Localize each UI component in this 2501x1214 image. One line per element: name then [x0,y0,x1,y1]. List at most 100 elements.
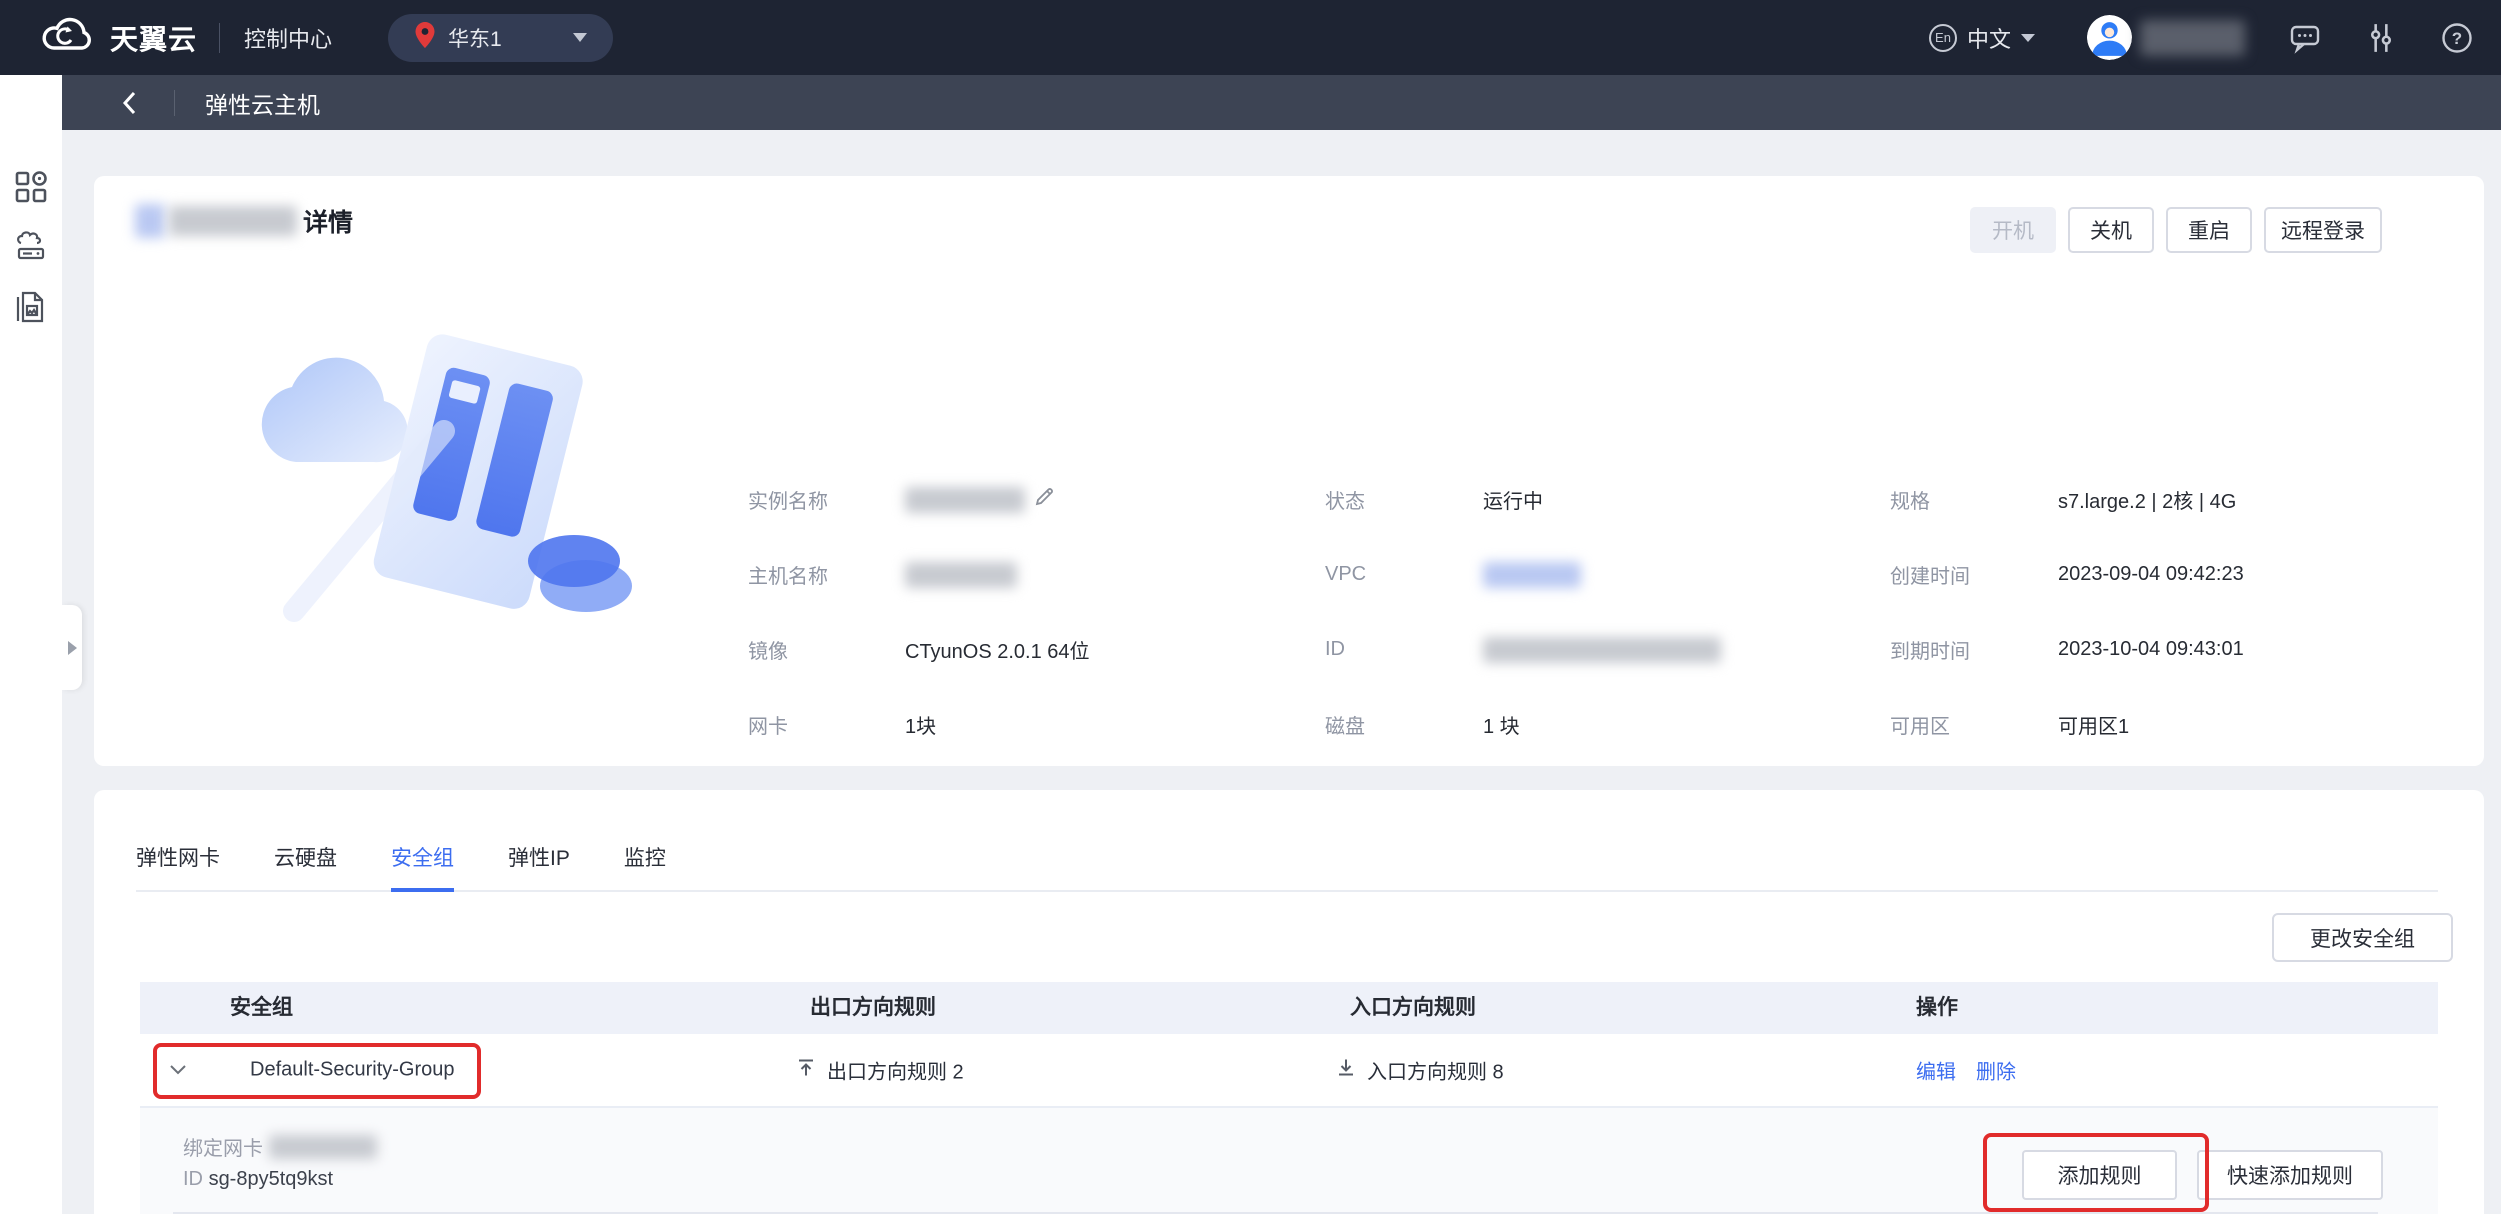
brand-logo[interactable]: 天翼云 [38,15,197,60]
header-divider [174,90,175,116]
col-header-egress-rules: 出口方向规则 [810,982,936,1034]
field-az: 可用区 可用区1 [1890,687,2244,762]
title-redacted-icon [135,204,165,238]
field-flavor: 规格 s7.large.2 | 2核 | 4G [1890,462,2244,537]
add-rule-button[interactable]: 添加规则 [2022,1150,2177,1200]
quick-add-rule-button[interactable]: 快速添加规则 [2197,1150,2383,1200]
delete-rule-link[interactable]: 删除 [1976,1056,2016,1085]
field-created-time: 创建时间 2023-09-04 09:42:23 [1890,537,2244,612]
security-group-table-header: 安全组 出口方向规则 入口方向规则 操作 [140,982,2438,1034]
row-expand-chevron-icon[interactable] [170,1065,186,1075]
sidebar-item-image-doc-icon[interactable] [14,290,46,329]
sidebar-item-ecs-icon[interactable] [14,230,50,267]
field-status: 状态 运行中 [1325,462,1721,537]
ingress-download-icon [1335,1057,1357,1084]
instance-detail-card: 详情 开机 关机 重启 远程登录 [94,176,2484,766]
field-value: 1 块 [1483,710,1520,739]
egress-upload-icon [795,1057,817,1084]
edit-rule-link[interactable]: 编辑 [1916,1056,1956,1085]
chevron-down-icon [573,33,587,42]
sg-id-label: ID [183,1168,203,1190]
instance-actions: 开机 关机 重启 远程登录 [1970,207,2382,253]
security-group-name-link[interactable]: Default-Security-Group [250,1059,455,1082]
field-nic-count: 网卡 1块 [748,687,1090,762]
field-value: 2023-10-04 09:43:01 [2058,638,2244,661]
svg-text:?: ? [2452,29,2462,48]
region-name: 华东1 [448,23,502,53]
col-header-security-group: 安全组 [230,982,293,1034]
restart-button[interactable]: 重启 [2166,207,2252,253]
cloud-server-illustration [234,281,714,686]
power-off-button[interactable]: 关机 [2068,207,2154,253]
field-label: 网卡 [748,710,905,739]
title-redacted-name [169,206,297,236]
remote-login-button[interactable]: 远程登录 [2264,207,2382,253]
field-value: 可用区1 [2058,710,2129,739]
back-button[interactable] [120,90,140,116]
edit-pencil-icon[interactable] [1033,486,1055,514]
console-center-link[interactable]: 控制中心 [244,22,332,54]
field-host-name: 主机名称 [748,537,1090,612]
security-group-card: 弹性网卡 云硬盘 安全组 弹性IP 监控 更改安全组 安全组 出口方向规则 入口… [94,790,2484,1214]
brand-name: 天翼云 [110,18,197,58]
field-vpc: VPC [1325,537,1721,612]
avatar[interactable] [2087,15,2132,60]
field-label: VPC [1325,563,1483,586]
tab-security-group[interactable]: 安全组 [391,842,454,890]
username-redacted [2140,20,2245,56]
redacted-value [1483,562,1581,588]
field-value: s7.large.2 | 2核 | 4G [2058,485,2236,514]
bound-nic-line: 绑定网卡 [183,1132,377,1161]
region-selector[interactable]: 华东1 [388,14,613,62]
redacted-value [1483,637,1721,663]
field-label: 可用区 [1890,710,2058,739]
chevron-down-icon [2021,34,2035,42]
chevron-right-icon [68,641,77,655]
redacted-value [269,1135,377,1159]
help-icon[interactable]: ? [2441,22,2473,54]
detail-column-2: 状态 运行中 VPC ID 磁盘 1 块 云主机组 -- [1325,462,1721,837]
tab-nic[interactable]: 弹性网卡 [136,842,220,890]
field-label: 主机名称 [748,560,905,589]
tab-monitor[interactable]: 监控 [624,842,666,890]
sidebar-expand-handle[interactable] [62,605,82,690]
messages-icon[interactable] [2289,22,2321,54]
field-label: 规格 [1890,485,2058,514]
field-value: CTyunOS 2.0.1 64位 [905,635,1090,664]
cloud-logo-icon [38,15,96,60]
language-label: 中文 [1967,22,2011,54]
power-on-button[interactable]: 开机 [1970,207,2056,253]
ingress-rules-cell: 入口方向规则 8 [1335,1056,1504,1085]
topbar-divider [219,23,220,53]
col-header-ingress-rules: 入口方向规则 [1350,982,1476,1034]
col-header-actions: 操作 [1916,982,1958,1034]
page-header: 弹性云主机 [62,75,2501,130]
tab-disk[interactable]: 云硬盘 [274,842,337,890]
language-selector[interactable]: En 中文 [1929,22,2035,54]
field-label: 镜像 [748,635,905,664]
tab-eip[interactable]: 弹性IP [508,842,570,890]
top-navbar: 天翼云 控制中心 华东1 En 中文 ? [0,0,2501,75]
redacted-value [905,487,1025,513]
field-instance-name: 实例名称 [748,462,1090,537]
detail-tabs: 弹性网卡 云硬盘 安全组 弹性IP 监控 [136,836,2438,892]
title-suffix: 详情 [303,203,353,239]
location-pin-icon [414,21,436,54]
settings-sliders-icon[interactable] [2365,22,2397,54]
left-sidebar [0,75,62,1214]
redacted-value [905,562,1017,588]
field-image: 镜像 CTyunOS 2.0.1 64位 [748,612,1090,687]
change-security-group-button[interactable]: 更改安全组 [2272,913,2453,962]
field-value: 2023-09-04 09:42:23 [2058,563,2244,586]
sg-id-value: sg-8py5tq9kst [209,1168,334,1190]
detail-column-3: 规格 s7.large.2 | 2核 | 4G 创建时间 2023-09-04 … [1890,462,2244,837]
field-label: 状态 [1325,485,1483,514]
field-label: 实例名称 [748,485,905,514]
field-label: 创建时间 [1890,560,2058,589]
field-expire-time: 到期时间 2023-10-04 09:43:01 [1890,612,2244,687]
bound-nic-label: 绑定网卡 [183,1132,263,1161]
language-globe-icon: En [1929,24,1957,52]
sidebar-item-apps-icon[interactable] [14,170,48,209]
sg-id-line: ID sg-8py5tq9kst [183,1168,333,1191]
instance-title: 详情 [135,201,353,241]
